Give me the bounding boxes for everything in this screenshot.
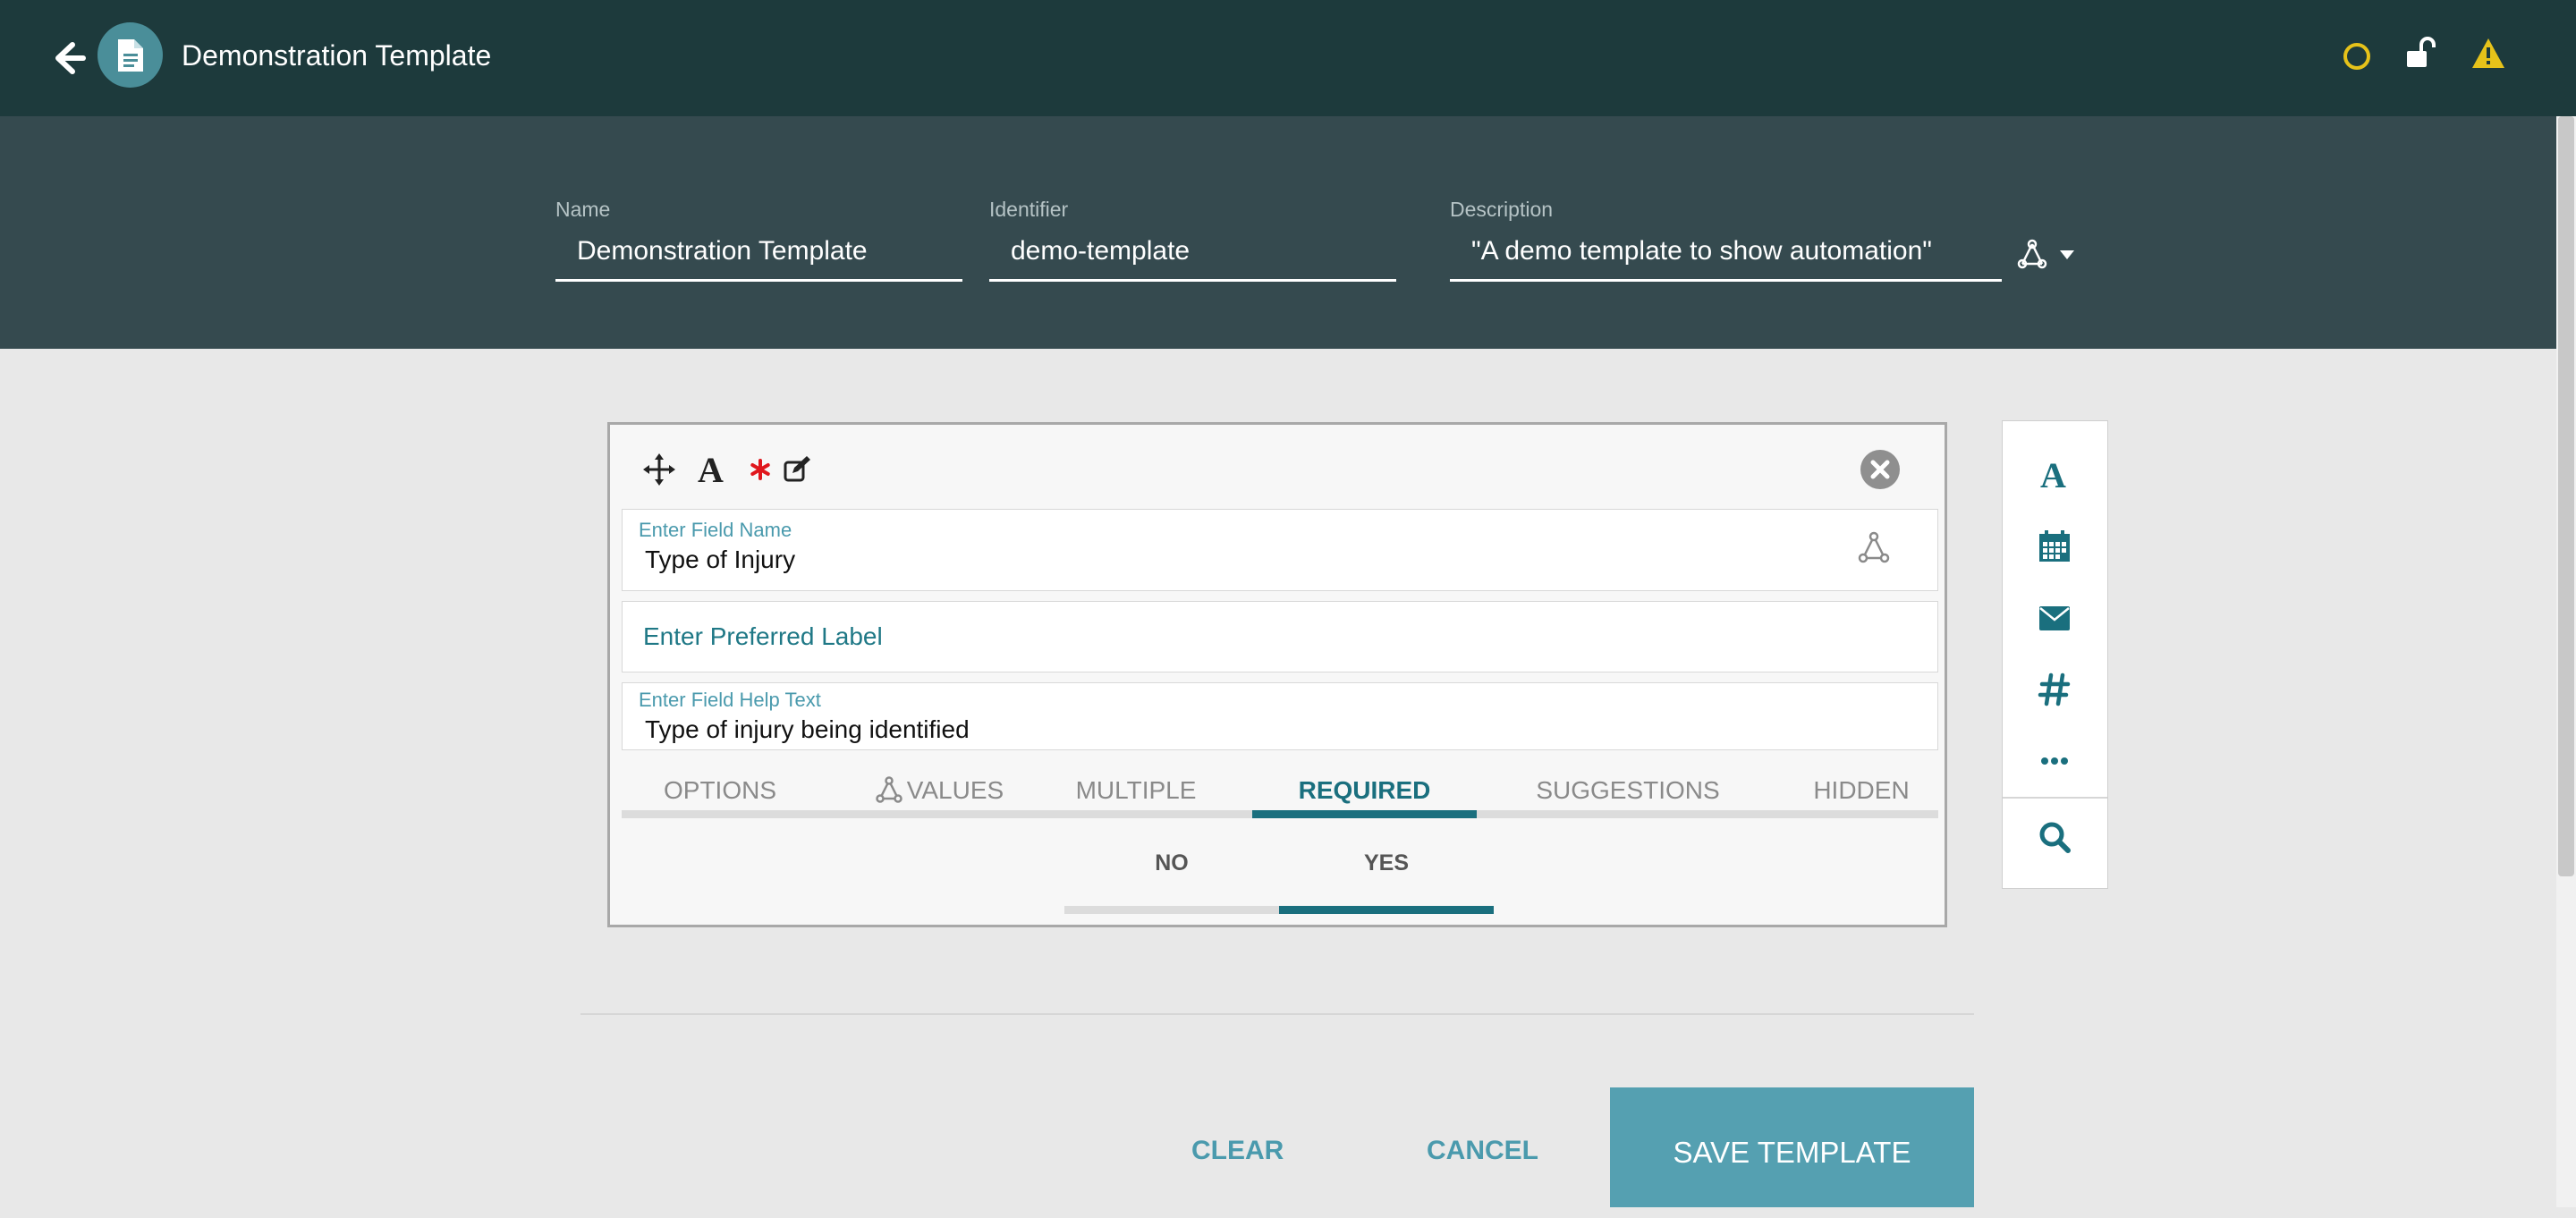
- description-label: Description: [1450, 198, 1554, 221]
- document-icon: [118, 39, 143, 72]
- identifier-label: Identifier: [989, 198, 1069, 221]
- name-field: Name Demonstration Template: [555, 197, 962, 282]
- preferred-label-placeholder: Enter Preferred Label: [643, 622, 883, 650]
- graph-icon[interactable]: [2017, 239, 2047, 269]
- description-input[interactable]: "A demo template to show automation": [1450, 234, 2002, 282]
- field-name-input[interactable]: Enter Field Name Type of Injury: [622, 509, 1938, 591]
- text-type-icon: A: [695, 450, 731, 490]
- description-field: Description "A demo template to show aut…: [1450, 197, 2002, 282]
- calendar-icon: [2039, 530, 2070, 562]
- active-tab-indicator: [1252, 810, 1477, 818]
- tab-hidden[interactable]: HIDDEN: [1784, 771, 1938, 810]
- preferred-label-input[interactable]: Enter Preferred Label: [622, 601, 1938, 672]
- hash-icon: [2038, 672, 2071, 706]
- more-field-types-button[interactable]: [2003, 730, 2107, 792]
- tab-required[interactable]: REQUIRED: [1252, 771, 1477, 810]
- field-help-text-input[interactable]: Enter Field Help Text Type of injury bei…: [622, 682, 1938, 750]
- required-no-track: [1064, 906, 1279, 914]
- template-avatar: [97, 22, 163, 88]
- circle-icon: [2341, 40, 2373, 72]
- clear-button[interactable]: CLEAR: [1191, 1129, 1284, 1173]
- svg-text:A: A: [2040, 457, 2066, 493]
- template-meta-panel: Name Demonstration Template Identifier d…: [0, 116, 2556, 349]
- search-field-types-button[interactable]: [2003, 806, 2107, 868]
- required-yes-option[interactable]: YES: [1279, 845, 1494, 881]
- field-type-palette: A: [2002, 420, 2108, 889]
- tab-values[interactable]: VALUES: [863, 771, 1015, 810]
- search-icon: [2039, 822, 2071, 853]
- add-email-field-button[interactable]: [2003, 587, 2107, 649]
- top-app-bar: Demonstration Template: [0, 0, 2576, 116]
- add-date-field-button[interactable]: [2003, 515, 2107, 578]
- required-no-option[interactable]: NO: [1064, 845, 1279, 881]
- warning-icon[interactable]: [2470, 36, 2506, 72]
- identifier-input[interactable]: demo-template: [989, 234, 1396, 282]
- required-yes-indicator: [1279, 906, 1494, 914]
- cancel-button[interactable]: CANCEL: [1427, 1129, 1538, 1173]
- page-title: Demonstration Template: [182, 39, 492, 72]
- add-text-field-button[interactable]: A: [2003, 444, 2107, 506]
- text-icon: A: [2040, 457, 2066, 493]
- footer-divider: [580, 1013, 1974, 1015]
- graph-icon: [876, 776, 902, 803]
- palette-divider: [2003, 797, 2107, 799]
- move-icon[interactable]: [641, 452, 677, 487]
- more-icon: [2041, 757, 2068, 765]
- back-arrow-icon[interactable]: [49, 38, 90, 79]
- required-toggle: NO YES: [1064, 845, 1494, 920]
- scrollbar-thumb[interactable]: [2558, 116, 2574, 876]
- required-asterisk-icon: [742, 452, 778, 487]
- tab-options[interactable]: OPTIONS: [622, 771, 818, 810]
- identifier-field: Identifier demo-template: [989, 197, 1396, 282]
- graph-icon[interactable]: [1857, 530, 1891, 564]
- name-input[interactable]: Demonstration Template: [555, 234, 962, 282]
- field-editor-card: A Enter Field Name Type of Injury Enter …: [607, 422, 1947, 927]
- chevron-down-icon[interactable]: [2059, 249, 2075, 259]
- name-label: Name: [555, 198, 611, 221]
- field-name-label: Enter Field Name: [639, 519, 792, 541]
- field-help-value: Type of injury being identified: [645, 715, 970, 743]
- edit-icon[interactable]: [780, 452, 816, 487]
- tab-suggestions[interactable]: SUGGESTIONS: [1516, 771, 1740, 810]
- field-tabs: OPTIONS VALUES MULTIPLE REQUIRED SUGGEST…: [622, 771, 1938, 818]
- email-icon: [2039, 606, 2070, 630]
- close-icon[interactable]: [1860, 449, 1901, 490]
- add-number-field-button[interactable]: [2003, 658, 2107, 721]
- unlocked-lock-icon[interactable]: [2403, 36, 2439, 72]
- save-template-button[interactable]: SAVE TEMPLATE: [1610, 1087, 1974, 1207]
- tab-values-label: VALUES: [906, 776, 1004, 804]
- field-name-value: Type of Injury: [645, 546, 796, 573]
- svg-text:A: A: [698, 452, 724, 487]
- field-help-label: Enter Field Help Text: [639, 689, 821, 711]
- tab-multiple[interactable]: MULTIPLE: [1060, 771, 1212, 810]
